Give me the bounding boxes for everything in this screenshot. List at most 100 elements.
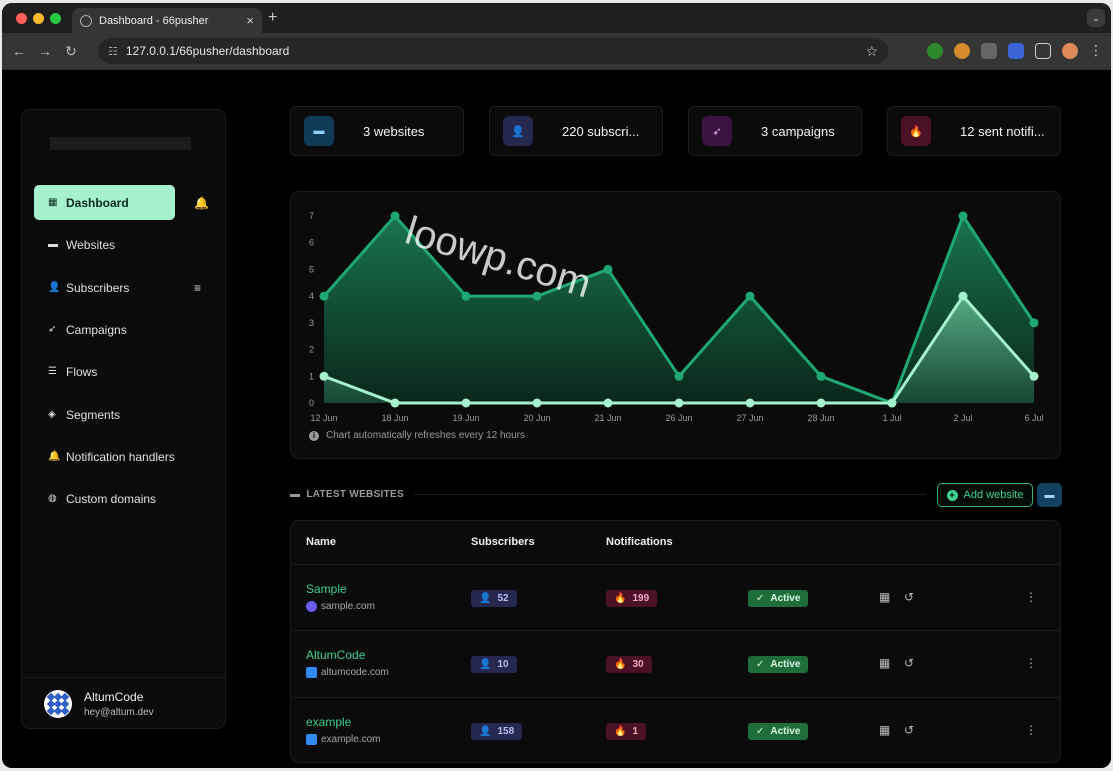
calendar-icon[interactable]: ▦ xyxy=(879,590,890,604)
row-menu-icon[interactable]: ⋮ xyxy=(1025,723,1037,737)
websites-list-button[interactable]: ▬ xyxy=(1037,483,1062,507)
series-1-point[interactable] xyxy=(603,398,613,408)
x-tick-label: 19 Jun xyxy=(452,413,479,423)
series-0-point[interactable] xyxy=(390,211,400,221)
back-arrow-icon[interactable]: ← xyxy=(6,43,32,59)
maximize-window-button[interactable] xyxy=(50,13,61,24)
subscribers-badge[interactable]: 👤 10 xyxy=(471,656,517,673)
series-1-point[interactable] xyxy=(674,398,684,408)
sidebar-item-dashboard[interactable]: ▦ Dashboard xyxy=(34,185,175,220)
stat-card-website[interactable]: ▬ 3 websites xyxy=(290,106,464,156)
extension-blue-icon[interactable] xyxy=(1008,42,1024,59)
forward-arrow-icon[interactable]: → xyxy=(32,43,58,59)
subscribers-badge[interactable]: 👤 158 xyxy=(471,723,523,740)
extension-green-icon[interactable] xyxy=(927,42,943,59)
user-profile[interactable]: AltumCode hey@altum.dev xyxy=(22,677,225,729)
dashboard-icon: ▦ xyxy=(48,197,58,208)
site-settings-icon[interactable]: ☷ xyxy=(108,45,118,58)
sidebar-item-custom-domains[interactable]: ◍ Custom domains xyxy=(34,481,175,516)
subscribers-icon: 👤 xyxy=(48,282,61,293)
notifications-badge[interactable]: 🔥 1 xyxy=(606,723,647,740)
row-menu-icon[interactable]: ⋮ xyxy=(1025,590,1037,604)
status-badge: ✓ Active xyxy=(748,656,809,673)
series-1-point[interactable] xyxy=(958,291,968,301)
sidebar-item-flows[interactable]: ☰ Flows xyxy=(34,354,175,389)
tab-search-chevron-icon[interactable]: ⌄ xyxy=(1087,9,1105,27)
close-tab-icon[interactable]: × xyxy=(246,13,254,28)
y-tick-label: 1 xyxy=(309,371,314,381)
series-1-point[interactable] xyxy=(461,398,471,408)
add-website-label: Add website xyxy=(963,489,1024,501)
series-0-point[interactable] xyxy=(816,371,826,381)
series-0-point[interactable] xyxy=(1029,318,1039,328)
table-row: Sample sample.com 👤 52 🔥 199 ✓ Active ▦ ↺ ⋮ xyxy=(291,564,1060,630)
logo-placeholder xyxy=(50,137,191,150)
row-menu-icon[interactable]: ⋮ xyxy=(1025,656,1037,670)
website-name-link[interactable]: AltumCode xyxy=(306,648,365,662)
sidebar-item-subscribers[interactable]: 👤 Subscribers xyxy=(34,270,175,305)
history-icon[interactable]: ↺ xyxy=(904,723,914,737)
tab-title: Dashboard - 66pusher xyxy=(99,14,209,27)
website-name-link[interactable]: Sample xyxy=(306,582,347,596)
y-tick-label: 7 xyxy=(309,211,314,221)
browser-tab[interactable]: Dashboard - 66pusher × xyxy=(72,8,262,33)
new-tab-button[interactable]: + xyxy=(268,9,277,27)
check-icon: ✓ xyxy=(756,593,765,604)
profile-avatar-icon[interactable] xyxy=(1062,42,1078,59)
calendar-icon[interactable]: ▦ xyxy=(879,656,890,670)
notifications-badge[interactable]: 🔥 30 xyxy=(606,656,652,673)
notifications-bell-icon[interactable]: 🔔 xyxy=(194,196,209,210)
subscribers-icon: 👤 xyxy=(479,593,492,604)
bookmark-star-icon[interactable]: ☆ xyxy=(865,43,878,60)
website-icon: ▬ xyxy=(304,116,334,146)
x-tick-label: 2 Jul xyxy=(953,413,972,423)
add-website-button[interactable]: + Add website xyxy=(937,483,1033,507)
series-0-point[interactable] xyxy=(461,291,471,301)
series-0-point[interactable] xyxy=(319,291,329,301)
history-icon[interactable]: ↺ xyxy=(904,590,914,604)
history-icon[interactable]: ↺ xyxy=(904,656,914,670)
series-1-point[interactable] xyxy=(816,398,826,408)
series-0-point[interactable] xyxy=(958,211,968,221)
calendar-icon[interactable]: ▦ xyxy=(879,723,890,737)
reload-icon[interactable]: ↻ xyxy=(58,43,84,60)
table-row: example example.com 👤 158 🔥 1 ✓ Active ▦ ↺ ⋮ xyxy=(291,697,1060,762)
info-icon: i xyxy=(309,430,319,441)
x-tick-label: 26 Jun xyxy=(665,413,692,423)
sidebar-item-campaigns[interactable]: ➶ Campaigns xyxy=(34,312,175,347)
extensions-puzzle-icon[interactable] xyxy=(1035,42,1051,59)
series-1-point[interactable] xyxy=(887,398,897,408)
extension-ublock-icon[interactable] xyxy=(981,42,997,59)
stat-card-subscribers[interactable]: 👤 220 subscri... xyxy=(489,106,663,156)
series-0-point[interactable] xyxy=(674,371,684,381)
sidebar-item-segments[interactable]: ◈ Segments xyxy=(34,397,175,432)
series-0-point[interactable] xyxy=(745,291,755,301)
subscribers-badge[interactable]: 👤 52 xyxy=(471,590,517,607)
series-1-point[interactable] xyxy=(745,398,755,408)
chart-refresh-note: i Chart automatically refreshes every 12… xyxy=(309,430,525,441)
x-tick-label: 6 Jul xyxy=(1024,413,1043,423)
subscribers-menu-icon[interactable]: ≡ xyxy=(194,281,201,295)
status-badge: ✓ Active xyxy=(748,723,809,740)
browser-menu-icon[interactable]: ⋮ xyxy=(1089,42,1103,59)
website-name-link[interactable]: example xyxy=(306,715,351,729)
stat-card-rocket[interactable]: ➶ 3 campaigns xyxy=(688,106,862,156)
subscribers-icon: 👤 xyxy=(479,659,492,670)
sidebar-item-notification-handlers[interactable]: 🔔 Notification handlers xyxy=(34,439,175,474)
minimize-window-button[interactable] xyxy=(33,13,44,24)
status-badge: ✓ Active xyxy=(748,590,809,607)
series-1-point[interactable] xyxy=(390,398,400,408)
stat-card-fire[interactable]: 🔥 12 sent notifi... xyxy=(887,106,1061,156)
address-bar[interactable]: ☷ 127.0.0.1/66pusher/dashboard ☆ xyxy=(98,38,888,64)
sidebar-item-label: Segments xyxy=(66,407,121,422)
website-domain: example.com xyxy=(306,734,380,745)
series-1-point[interactable] xyxy=(319,371,329,381)
extension-cookie-icon[interactable] xyxy=(954,42,970,59)
series-0-point[interactable] xyxy=(603,264,613,274)
series-1-point[interactable] xyxy=(1029,371,1039,381)
series-1-point[interactable] xyxy=(532,398,542,408)
sidebar-item-websites[interactable]: ▬ Websites xyxy=(34,227,175,262)
chart-note-text: Chart automatically refreshes every 12 h… xyxy=(326,430,525,441)
notifications-badge[interactable]: 🔥 199 xyxy=(606,590,658,607)
close-window-button[interactable] xyxy=(16,13,27,24)
